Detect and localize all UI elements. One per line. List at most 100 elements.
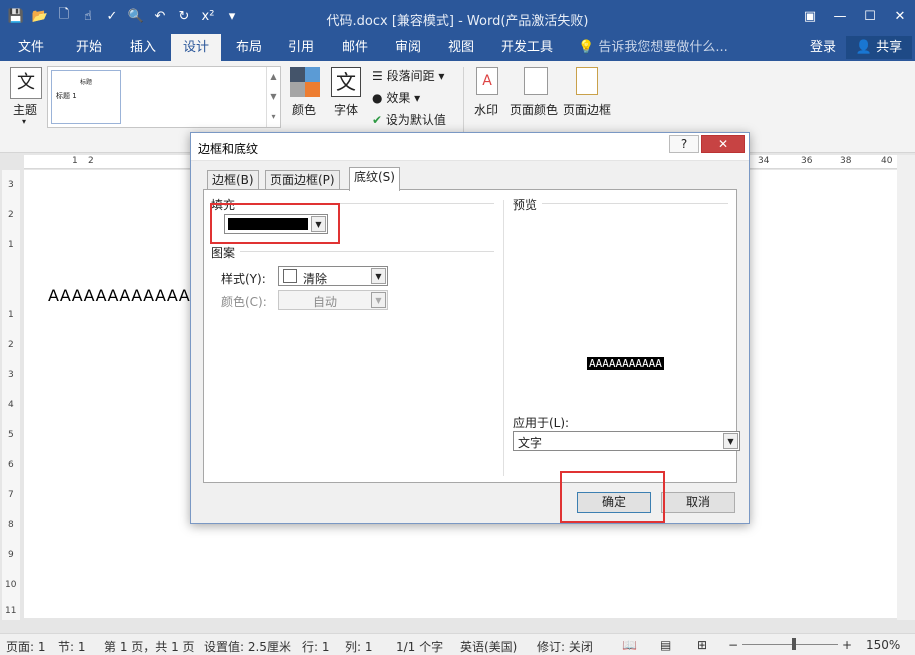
minimize-icon[interactable]: — xyxy=(825,0,855,32)
status-column: 列: 1 xyxy=(345,640,373,654)
status-line: 行: 1 xyxy=(302,640,330,654)
ruler-tick: 7 xyxy=(8,490,14,500)
undo-icon[interactable]: ↶ xyxy=(150,6,170,26)
gallery-up-icon[interactable]: ▲ xyxy=(267,67,280,87)
tab-view[interactable]: 视图 xyxy=(448,34,474,61)
page-borders-label[interactable]: 页面边框 xyxy=(563,101,611,118)
ok-button[interactable]: 确定 xyxy=(577,492,651,513)
gallery-more-icon[interactable]: ▾ xyxy=(267,107,280,127)
tab-review[interactable]: 审阅 xyxy=(395,34,421,61)
fill-color-dropdown[interactable]: ▼ xyxy=(224,214,328,234)
colors-icon[interactable] xyxy=(290,67,320,97)
dialog-help-button[interactable]: ? xyxy=(669,135,699,153)
fill-section-label: 填充 xyxy=(211,198,236,212)
ruler-tick: 1 xyxy=(72,156,78,166)
page-color-label[interactable]: 页面颜色 xyxy=(510,101,558,118)
redo-icon[interactable]: ↻ xyxy=(174,6,194,26)
pattern-color-dropdown[interactable]: 自动 ▼ xyxy=(278,290,388,310)
tab-developer[interactable]: 开发工具 xyxy=(501,34,553,61)
gallery-scroll: ▲ ▼ ▾ xyxy=(266,67,280,127)
print-preview-icon[interactable]: 🔍 xyxy=(126,6,146,26)
ruler-tick: 9 xyxy=(8,550,14,560)
zoom-slider[interactable] xyxy=(742,644,838,645)
chevron-down-icon[interactable]: ▼ xyxy=(311,216,326,232)
document-body-text[interactable]: AAAAAAAAAAAA xyxy=(48,286,190,305)
tab-home[interactable]: 开始 xyxy=(76,34,102,61)
status-setting: 设置值: 2.5厘米 xyxy=(204,640,291,654)
effects-icon: ● xyxy=(372,91,383,105)
ruler-tick: 2 xyxy=(88,156,94,166)
zoom-out-icon[interactable]: − xyxy=(728,638,738,652)
ribbon-tabs: 文件 开始 插入 设计 布局 引用 邮件 审阅 视图 开发工具 💡 告诉我您想要… xyxy=(0,34,915,61)
status-word-count[interactable]: 1/1 个字 xyxy=(396,638,443,655)
tab-layout[interactable]: 布局 xyxy=(236,34,262,61)
check-circle-icon: ✔ xyxy=(372,113,383,127)
zoom-level[interactable]: 150% xyxy=(866,638,900,652)
apply-to-dropdown[interactable]: 文字 ▼ xyxy=(513,431,740,451)
status-page-of[interactable]: 第 1 页，共 1 页 xyxy=(104,638,195,655)
themes-dropdown-icon[interactable]: ▾ xyxy=(22,117,26,126)
borders-and-shading-dialog: 边框和底纹 ? ✕ 边框(B) 页面边框(P) 底纹(S) 填充 ▼ 图案 样式… xyxy=(190,132,750,524)
cancel-button[interactable]: 取消 xyxy=(661,492,735,513)
ruler-tick: 10 xyxy=(5,580,17,590)
ribbon-display-options-icon[interactable]: ▣ xyxy=(795,0,825,32)
chevron-down-icon[interactable]: ▼ xyxy=(371,268,386,284)
themes-icon[interactable]: 文 xyxy=(10,67,42,99)
colors-label[interactable]: 颜色 xyxy=(292,101,316,118)
ruler-tick: 34 xyxy=(758,156,770,166)
chevron-down-icon[interactable]: ▼ xyxy=(371,292,386,308)
page-color-icon[interactable] xyxy=(524,67,548,95)
maximize-icon[interactable]: ☐ xyxy=(855,0,885,32)
set-default-button[interactable]: ✔ 设为默认值 xyxy=(372,111,446,128)
customize-qat-icon[interactable]: ▾ xyxy=(222,6,242,26)
touch-mode-icon[interactable]: ☝ xyxy=(78,6,98,26)
tab-file[interactable]: 文件 xyxy=(18,34,44,61)
tab-borders[interactable]: 边框(B) xyxy=(207,170,259,190)
zoom-in-icon[interactable]: + xyxy=(842,638,852,652)
themes-label[interactable]: 主题 xyxy=(13,101,37,118)
status-track-changes[interactable]: 修订: 关闭 xyxy=(537,638,593,655)
ruler-tick: 40 xyxy=(881,156,893,166)
tell-me-search[interactable]: 💡 告诉我您想要做什么... xyxy=(578,34,728,61)
ruler-tick: 3 xyxy=(8,370,14,380)
web-layout-icon[interactable]: ⊞ xyxy=(697,638,707,652)
chevron-down-icon[interactable]: ▼ xyxy=(723,433,738,449)
read-mode-icon[interactable]: 📖 xyxy=(622,638,637,652)
tab-design[interactable]: 设计 xyxy=(171,34,222,61)
open-folder-icon[interactable]: 📂 xyxy=(30,6,50,26)
watermark-icon[interactable]: A xyxy=(476,67,498,95)
gallery-down-icon[interactable]: ▼ xyxy=(267,87,280,107)
spelling-check-icon[interactable]: ✓ xyxy=(102,6,122,26)
zoom-slider-thumb[interactable] xyxy=(792,638,796,650)
fonts-label[interactable]: 字体 xyxy=(334,101,358,118)
print-layout-icon[interactable]: ▤ xyxy=(660,638,671,652)
tab-references[interactable]: 引用 xyxy=(288,34,314,61)
share-button[interactable]: 👤 共享 xyxy=(846,36,912,59)
tab-insert[interactable]: 插入 xyxy=(130,34,156,61)
style-set-gallery: 标题 标题 1 ▲ ▼ ▾ xyxy=(47,66,281,128)
effects-button[interactable]: ● 效果 ▾ xyxy=(372,89,420,106)
preview-sample-text: AAAAAAAAAAA xyxy=(587,357,664,370)
superscript-icon[interactable]: x² xyxy=(198,6,218,26)
login-link[interactable]: 登录 xyxy=(810,34,836,61)
pattern-style-dropdown[interactable]: 清除 ▼ xyxy=(278,266,388,286)
tab-mailings[interactable]: 邮件 xyxy=(342,34,368,61)
color-label: 颜色(C): xyxy=(221,295,267,309)
save-icon[interactable]: 💾 xyxy=(6,6,26,26)
vertical-scrollbar[interactable] xyxy=(897,155,915,620)
watermark-label[interactable]: 水印 xyxy=(474,101,498,118)
thumb-heading: 标题 1 xyxy=(56,92,77,100)
tab-page-border[interactable]: 页面边框(P) xyxy=(265,170,340,190)
style-set-thumbnail[interactable]: 标题 标题 1 xyxy=(51,70,121,124)
new-document-icon[interactable]: 🗋 xyxy=(54,6,74,26)
close-window-icon[interactable]: ✕ xyxy=(885,0,915,32)
dialog-close-button[interactable]: ✕ xyxy=(701,135,745,153)
tab-shading[interactable]: 底纹(S) xyxy=(349,167,400,191)
status-page: 页面: 1 xyxy=(6,640,46,654)
paragraph-spacing-button[interactable]: ☰ 段落间距 ▾ xyxy=(372,67,444,84)
fonts-icon[interactable]: 文 xyxy=(331,67,361,97)
ruler-tick: 2 xyxy=(8,210,14,220)
status-language[interactable]: 英语(美国) xyxy=(460,638,517,655)
page-borders-icon[interactable] xyxy=(576,67,598,95)
pattern-section-label: 图案 xyxy=(211,246,236,260)
